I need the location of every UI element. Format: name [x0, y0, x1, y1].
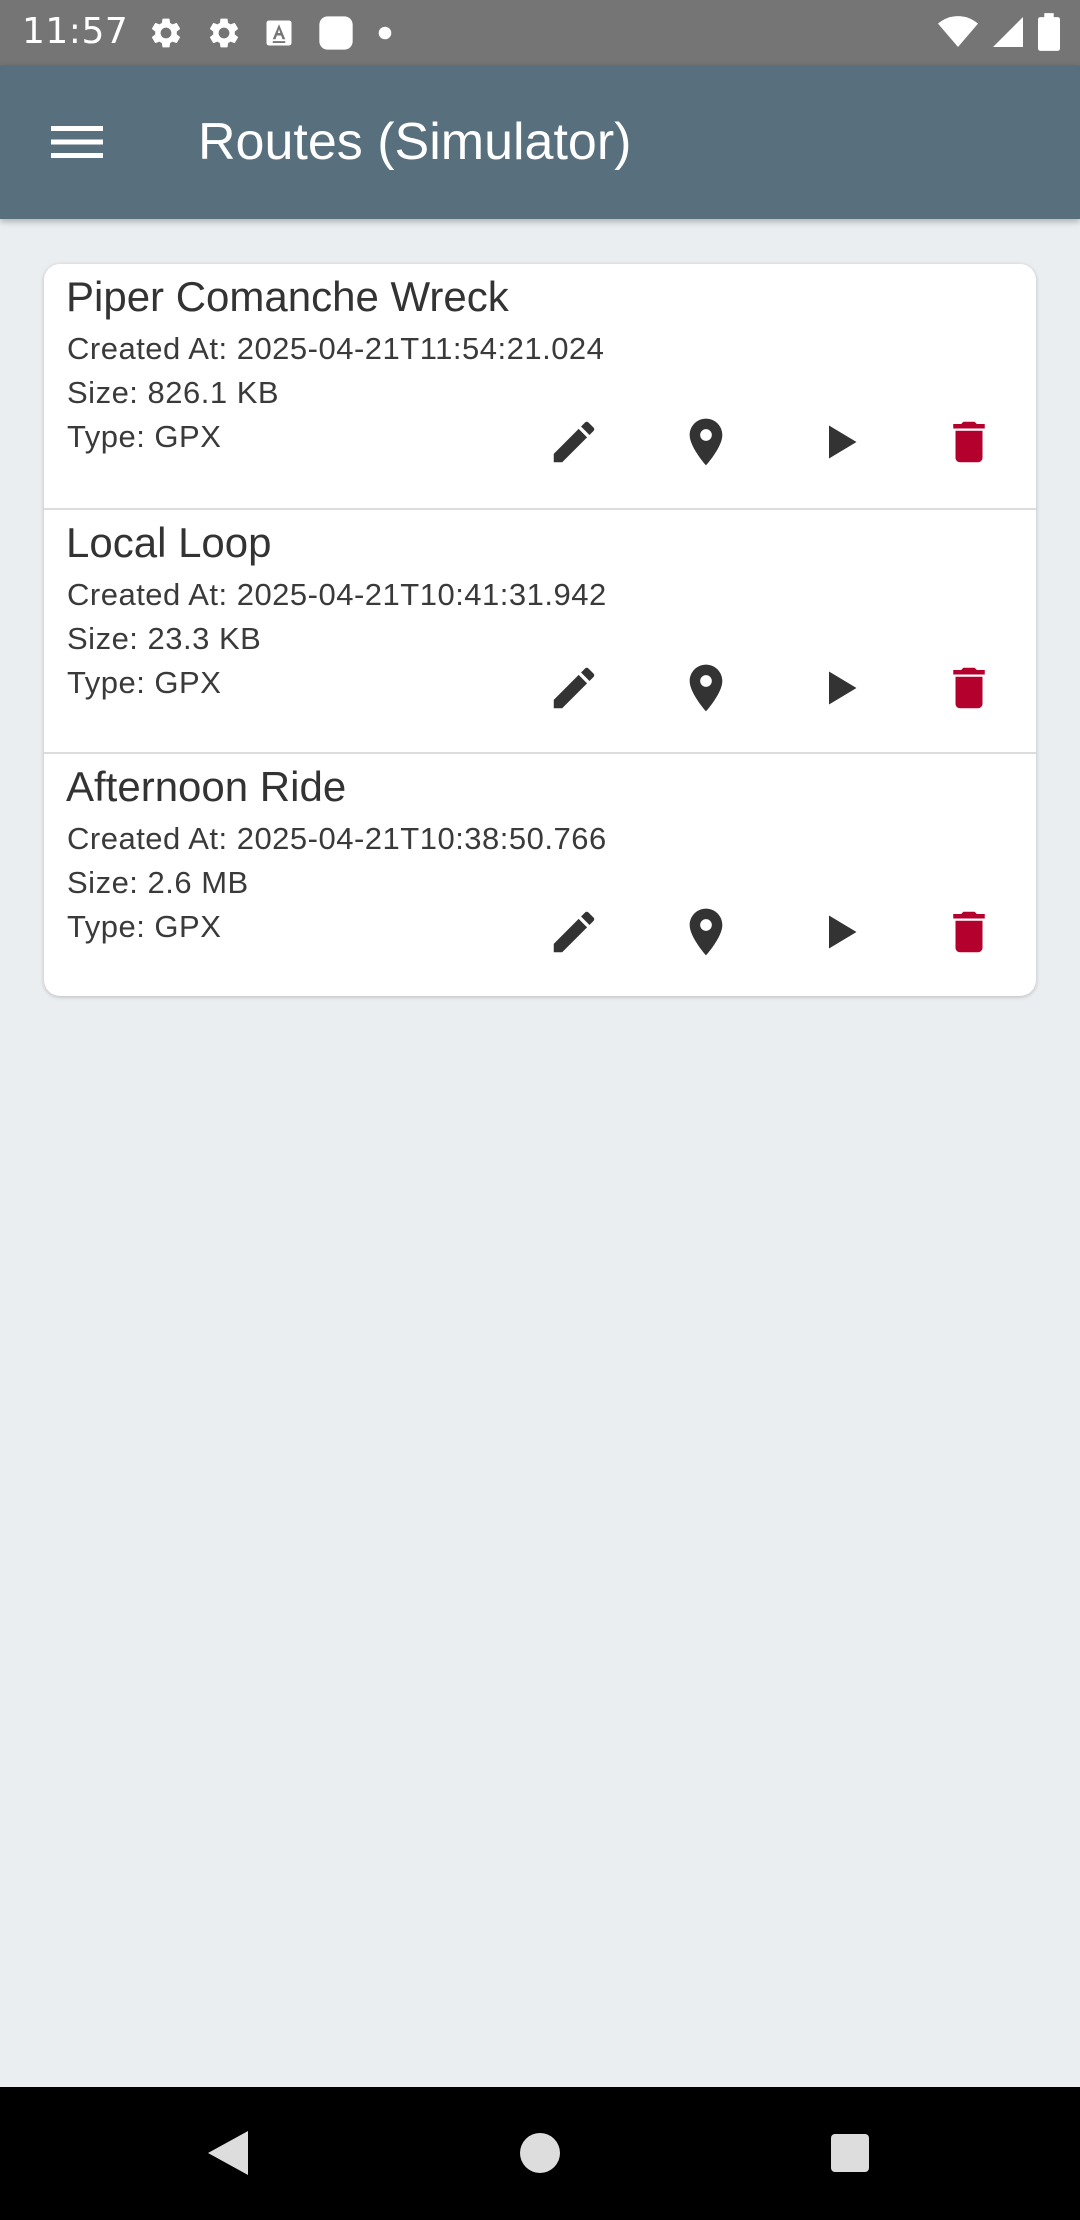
route-type: Type: GPX — [67, 419, 222, 454]
wifi-icon — [938, 16, 978, 47]
delete-route-button[interactable] — [933, 896, 1005, 968]
font-icon — [266, 20, 292, 46]
edit-route-button[interactable] — [538, 896, 610, 968]
play-route-button[interactable] — [804, 406, 876, 478]
play-route-button[interactable] — [804, 896, 876, 968]
play-icon — [829, 425, 857, 459]
map-pin-icon — [689, 664, 723, 712]
status-time: 11:57 — [22, 11, 129, 52]
trash-icon — [953, 421, 985, 463]
delete-route-button[interactable] — [933, 652, 1005, 724]
nav-home-button[interactable] — [500, 2117, 580, 2189]
route-created-at: Created At: 2025-04-21T10:38:50.766 — [67, 821, 607, 856]
view-route-location-button[interactable] — [670, 896, 742, 968]
nav-back-button[interactable] — [188, 2117, 268, 2189]
signal-icon — [993, 17, 1023, 47]
app-bar: Routes (Simulator) — [0, 65, 1080, 219]
nav-recents-button[interactable] — [810, 2117, 890, 2189]
route-card[interactable]: Piper Comanche Wreck Created At: 2025-04… — [44, 264, 1036, 508]
map-pin-icon — [689, 908, 723, 956]
view-route-location-button[interactable] — [670, 652, 742, 724]
route-name: Afternoon Ride — [66, 763, 347, 810]
map-pin-icon — [689, 418, 723, 466]
play-icon — [829, 915, 857, 949]
route-card[interactable]: Afternoon Ride Created At: 2025-04-21T10… — [44, 752, 1036, 996]
pencil-icon — [553, 421, 595, 463]
trash-icon — [953, 911, 985, 953]
pencil-icon — [553, 911, 595, 953]
edit-route-button[interactable] — [538, 406, 610, 478]
dot-icon — [378, 26, 392, 40]
square-icon — [319, 16, 353, 50]
hamburger-menu-icon — [51, 126, 103, 158]
status-icons-right — [926, 12, 1060, 52]
menu-button[interactable] — [34, 111, 120, 173]
route-size: Size: 826.1 KB — [67, 375, 280, 410]
back-triangle-icon — [208, 2131, 248, 2175]
route-type: Type: GPX — [67, 909, 222, 944]
home-circle-icon — [520, 2133, 560, 2173]
edit-route-button[interactable] — [538, 652, 610, 724]
pencil-icon — [553, 667, 595, 709]
status-icons-left — [148, 14, 414, 52]
recents-square-icon — [831, 2134, 869, 2172]
navigation-bar — [0, 2087, 1080, 2220]
play-icon — [829, 671, 857, 705]
route-name: Piper Comanche Wreck — [66, 273, 509, 320]
route-created-at: Created At: 2025-04-21T10:41:31.942 — [67, 577, 607, 612]
gear-icon — [151, 18, 181, 48]
route-type: Type: GPX — [67, 665, 222, 700]
route-name: Local Loop — [66, 519, 272, 566]
view-route-location-button[interactable] — [670, 406, 742, 478]
battery-icon — [1038, 13, 1060, 51]
route-list: Piper Comanche Wreck Created At: 2025-04… — [44, 264, 1036, 996]
gear-icon — [209, 18, 239, 48]
trash-icon — [953, 667, 985, 709]
route-card[interactable]: Local Loop Created At: 2025-04-21T10:41:… — [44, 508, 1036, 752]
play-route-button[interactable] — [804, 652, 876, 724]
route-size: Size: 23.3 KB — [67, 621, 262, 656]
status-bar: 11:57 — [0, 0, 1080, 65]
page-title: Routes (Simulator) — [198, 113, 632, 171]
delete-route-button[interactable] — [933, 406, 1005, 478]
route-created-at: Created At: 2025-04-21T11:54:21.024 — [67, 331, 605, 366]
route-size: Size: 2.6 MB — [67, 865, 249, 900]
